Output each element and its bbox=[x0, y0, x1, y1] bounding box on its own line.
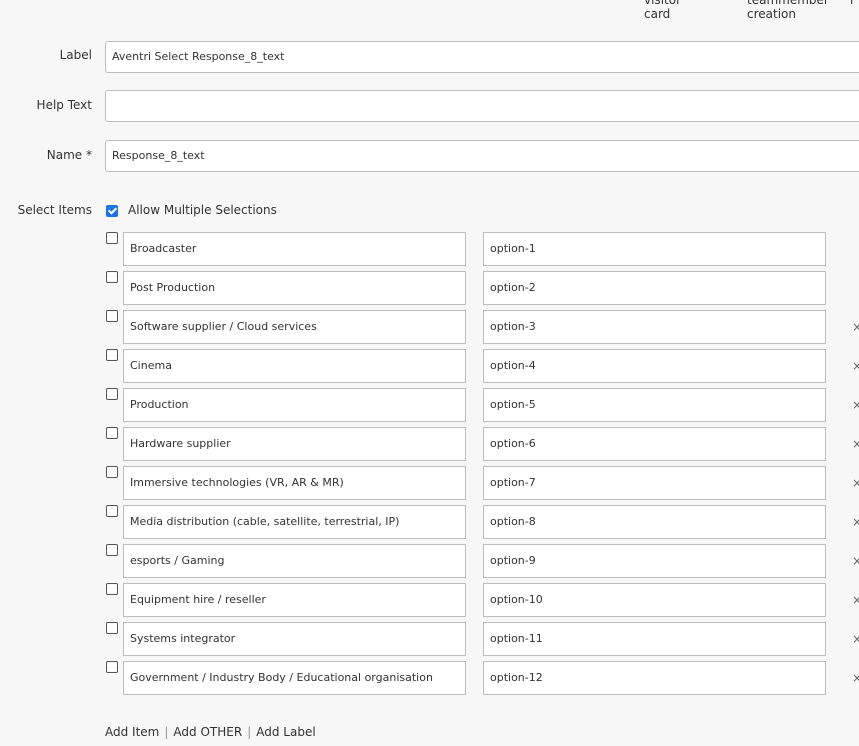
remove-item-icon[interactable]: × bbox=[852, 476, 859, 490]
select-item-row: Systems integrator option-11 × bbox=[0, 622, 859, 656]
select-item-row: Equipment hire / reseller option-10 × bbox=[0, 583, 859, 617]
select-item-label-input[interactable]: Immersive technologies (VR, AR & MR) bbox=[123, 466, 466, 500]
select-item-value-input[interactable]: option-3 bbox=[483, 310, 826, 344]
select-item-label-input[interactable]: Cinema bbox=[123, 349, 466, 383]
item-actions: Add Item | Add OTHER | Add Label bbox=[105, 725, 316, 739]
select-item-checkbox[interactable] bbox=[106, 232, 118, 244]
select-item-checkbox[interactable] bbox=[106, 427, 118, 439]
select-item-row: Immersive technologies (VR, AR & MR) opti… bbox=[0, 466, 859, 500]
select-item-value-input[interactable]: option-9 bbox=[483, 544, 826, 578]
select-item-row: Hardware supplier option-6 × bbox=[0, 427, 859, 461]
select-item-value-input[interactable]: option-11 bbox=[483, 622, 826, 656]
separator: | bbox=[164, 725, 169, 739]
column-header-cut: r bbox=[850, 0, 855, 7]
remove-item-icon[interactable]: × bbox=[852, 515, 859, 529]
select-item-checkbox[interactable] bbox=[106, 583, 118, 595]
label-caption: Label bbox=[59, 48, 92, 62]
select-item-label-input[interactable]: Hardware supplier bbox=[123, 427, 466, 461]
select-item-value-input[interactable]: option-4 bbox=[483, 349, 826, 383]
column-header-teammember-creation: teammember creation bbox=[747, 0, 829, 21]
select-item-checkbox[interactable] bbox=[106, 388, 118, 400]
remove-item-icon[interactable]: × bbox=[852, 398, 859, 412]
select-item-checkbox[interactable] bbox=[106, 349, 118, 361]
select-item-row: Cinema option-4 × bbox=[0, 349, 859, 383]
select-item-checkbox[interactable] bbox=[106, 622, 118, 634]
select-items-caption: Select Items bbox=[17, 203, 92, 217]
select-item-label-input[interactable]: Production bbox=[123, 388, 466, 422]
label-field[interactable]: Aventri Select Response_8_text bbox=[105, 41, 859, 73]
select-item-checkbox[interactable] bbox=[106, 505, 118, 517]
select-item-value-input[interactable]: option-5 bbox=[483, 388, 826, 422]
select-item-checkbox[interactable] bbox=[106, 310, 118, 322]
select-item-checkbox[interactable] bbox=[106, 661, 118, 673]
select-item-checkbox[interactable] bbox=[106, 271, 118, 283]
select-item-checkbox[interactable] bbox=[106, 466, 118, 478]
remove-item-icon[interactable]: × bbox=[852, 632, 859, 646]
select-item-value-input[interactable]: option-8 bbox=[483, 505, 826, 539]
remove-item-icon[interactable]: × bbox=[852, 671, 859, 685]
separator: | bbox=[247, 725, 252, 739]
select-item-row: Government / Industry Body / Educational… bbox=[0, 661, 859, 695]
select-item-checkbox[interactable] bbox=[106, 544, 118, 556]
select-item-label-input[interactable]: Broadcaster bbox=[123, 232, 466, 266]
select-item-label-input[interactable]: Equipment hire / reseller bbox=[123, 583, 466, 617]
add-item-link[interactable]: Add Item bbox=[105, 725, 159, 739]
select-item-label-input[interactable]: Post Production bbox=[123, 271, 466, 305]
select-item-row: esports / Gaming option-9 × bbox=[0, 544, 859, 578]
select-item-label-input[interactable]: Systems integrator bbox=[123, 622, 466, 656]
remove-item-icon[interactable]: × bbox=[852, 554, 859, 568]
remove-item-icon[interactable]: × bbox=[852, 320, 859, 334]
name-field[interactable]: Response_8_text bbox=[105, 140, 859, 172]
add-other-link[interactable]: Add OTHER bbox=[173, 725, 242, 739]
select-item-label-input[interactable]: Government / Industry Body / Educational… bbox=[123, 661, 466, 695]
remove-item-icon[interactable]: × bbox=[852, 437, 859, 451]
select-item-value-input[interactable]: option-7 bbox=[483, 466, 826, 500]
select-item-row: Media distribution (cable, satellite, te… bbox=[0, 505, 859, 539]
select-item-value-input[interactable]: option-10 bbox=[483, 583, 826, 617]
allow-multiple-label: Allow Multiple Selections bbox=[128, 203, 277, 217]
add-label-link[interactable]: Add Label bbox=[256, 725, 315, 739]
select-item-label-input[interactable]: Media distribution (cable, satellite, te… bbox=[123, 505, 466, 539]
select-item-label-input[interactable]: Software supplier / Cloud services bbox=[123, 310, 466, 344]
help-text-caption: Help Text bbox=[36, 98, 92, 112]
remove-item-icon[interactable]: × bbox=[852, 593, 859, 607]
select-item-row: Production option-5 × bbox=[0, 388, 859, 422]
select-item-value-input[interactable]: option-1 bbox=[483, 232, 826, 266]
name-caption: Name * bbox=[46, 148, 92, 162]
help-text-field[interactable] bbox=[105, 90, 859, 122]
select-item-row: Software supplier / Cloud services option… bbox=[0, 310, 859, 344]
select-item-value-input[interactable]: option-2 bbox=[483, 271, 826, 305]
column-header-visitor-card: visitor card bbox=[644, 0, 682, 21]
select-item-value-input[interactable]: option-6 bbox=[483, 427, 826, 461]
select-item-label-input[interactable]: esports / Gaming bbox=[123, 544, 466, 578]
remove-item-icon[interactable]: × bbox=[852, 359, 859, 373]
select-item-value-input[interactable]: option-12 bbox=[483, 661, 826, 695]
select-item-row: Broadcaster option-1 bbox=[0, 232, 859, 266]
allow-multiple-checkbox[interactable] bbox=[106, 205, 118, 217]
select-item-row: Post Production option-2 bbox=[0, 271, 859, 305]
